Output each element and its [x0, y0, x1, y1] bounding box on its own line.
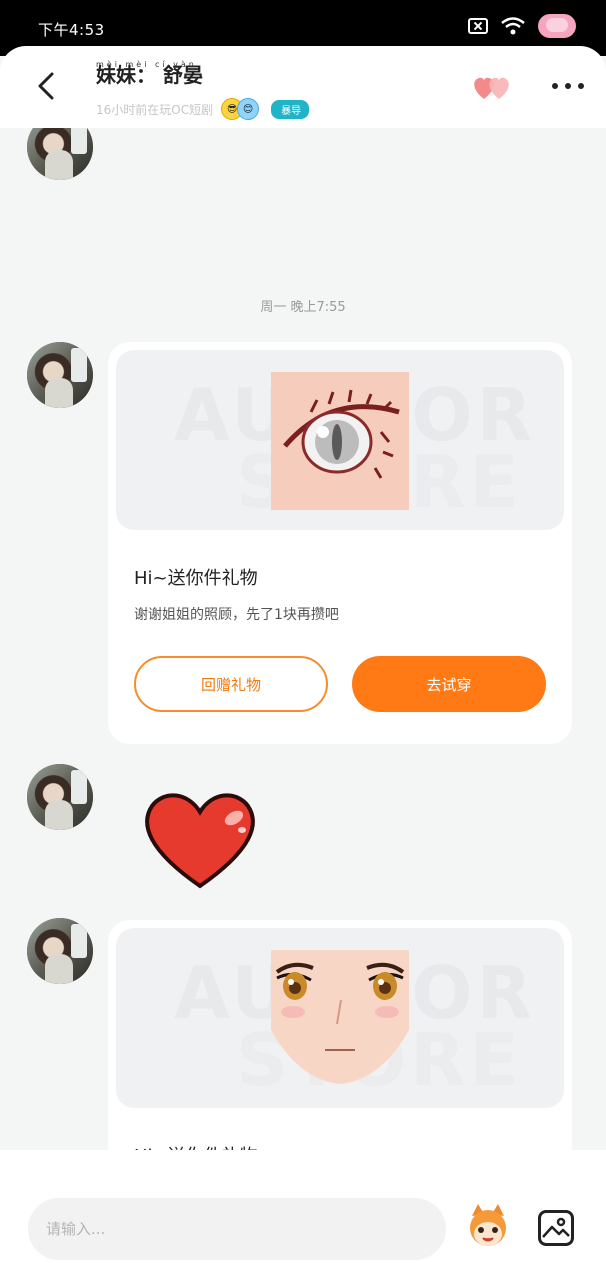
gift-preview[interactable]: AUTHOR STORE	[116, 350, 564, 530]
back-arrow-icon	[38, 72, 54, 100]
contact-name: 妹妹： 舒晏	[96, 63, 203, 87]
avatar[interactable]	[27, 764, 93, 830]
gift-card-title: Hi~送你件礼物	[134, 1142, 258, 1150]
emoji-badges: 😎 😊	[221, 98, 260, 120]
chat-title: mèi mèi cí yàn 妹妹： 舒晏	[96, 54, 203, 86]
battery-icon	[538, 14, 576, 38]
back-button[interactable]	[28, 66, 64, 106]
try-on-button[interactable]: 去试穿	[352, 656, 546, 712]
gift-card[interactable]: AUTHOR STORE Hi~送你件礼物	[108, 920, 572, 1150]
gift-card-title: Hi~送你件礼物	[134, 568, 258, 589]
message-timestamp: 周一 晚上7:55	[260, 300, 346, 315]
anime-eye-image	[271, 372, 409, 510]
return-gift-button[interactable]: 回赠礼物	[134, 656, 328, 712]
gift-card[interactable]: AUTHOR STORE Hi~送你件礼物 谢谢姐姐的照顾，先了1块再攒吧 回赠…	[108, 342, 572, 744]
more-dot	[552, 83, 558, 89]
image-icon	[542, 1217, 570, 1238]
smile-emoji-icon: 😊	[237, 98, 260, 120]
message-input[interactable]	[28, 1198, 446, 1260]
contact-status: 16小时前在玩OC短剧 😎 😊 暴导	[96, 98, 310, 120]
wifi-icon	[501, 17, 525, 35]
status-badge: 暴导	[271, 99, 310, 119]
hearts-icon[interactable]	[472, 72, 514, 102]
red-heart-sticker[interactable]	[138, 788, 262, 892]
anime-face-image	[271, 950, 409, 1084]
avatar[interactable]	[27, 918, 93, 984]
gift-card-subtitle: 谢谢姐姐的照顾，先了1块再攒吧	[134, 607, 339, 623]
close-box-icon	[468, 18, 488, 34]
gift-preview[interactable]: AUTHOR STORE	[116, 928, 564, 1108]
avatar[interactable]	[27, 342, 93, 408]
input-bar	[0, 1150, 606, 1280]
status-time: 下午4:53	[38, 21, 105, 39]
chat-header: mèi mèi cí yàn 妹妹： 舒晏 16小时前在玩OC短剧 😎 😊 暴导	[0, 46, 606, 128]
chat-message-list[interactable]: 周一 晚上7:55 AUTHOR STORE Hi~送你件礼物 谢谢姐姐的照顾，…	[0, 128, 606, 1150]
image-picker-button[interactable]	[538, 1210, 574, 1246]
mascot-emoji-button[interactable]	[466, 1202, 510, 1250]
status-text: 16小时前在玩OC短剧	[96, 102, 214, 117]
more-dot	[565, 83, 571, 89]
more-dot	[578, 83, 584, 89]
more-button[interactable]	[548, 76, 588, 96]
avatar[interactable]	[27, 128, 93, 180]
status-icons	[468, 14, 576, 38]
